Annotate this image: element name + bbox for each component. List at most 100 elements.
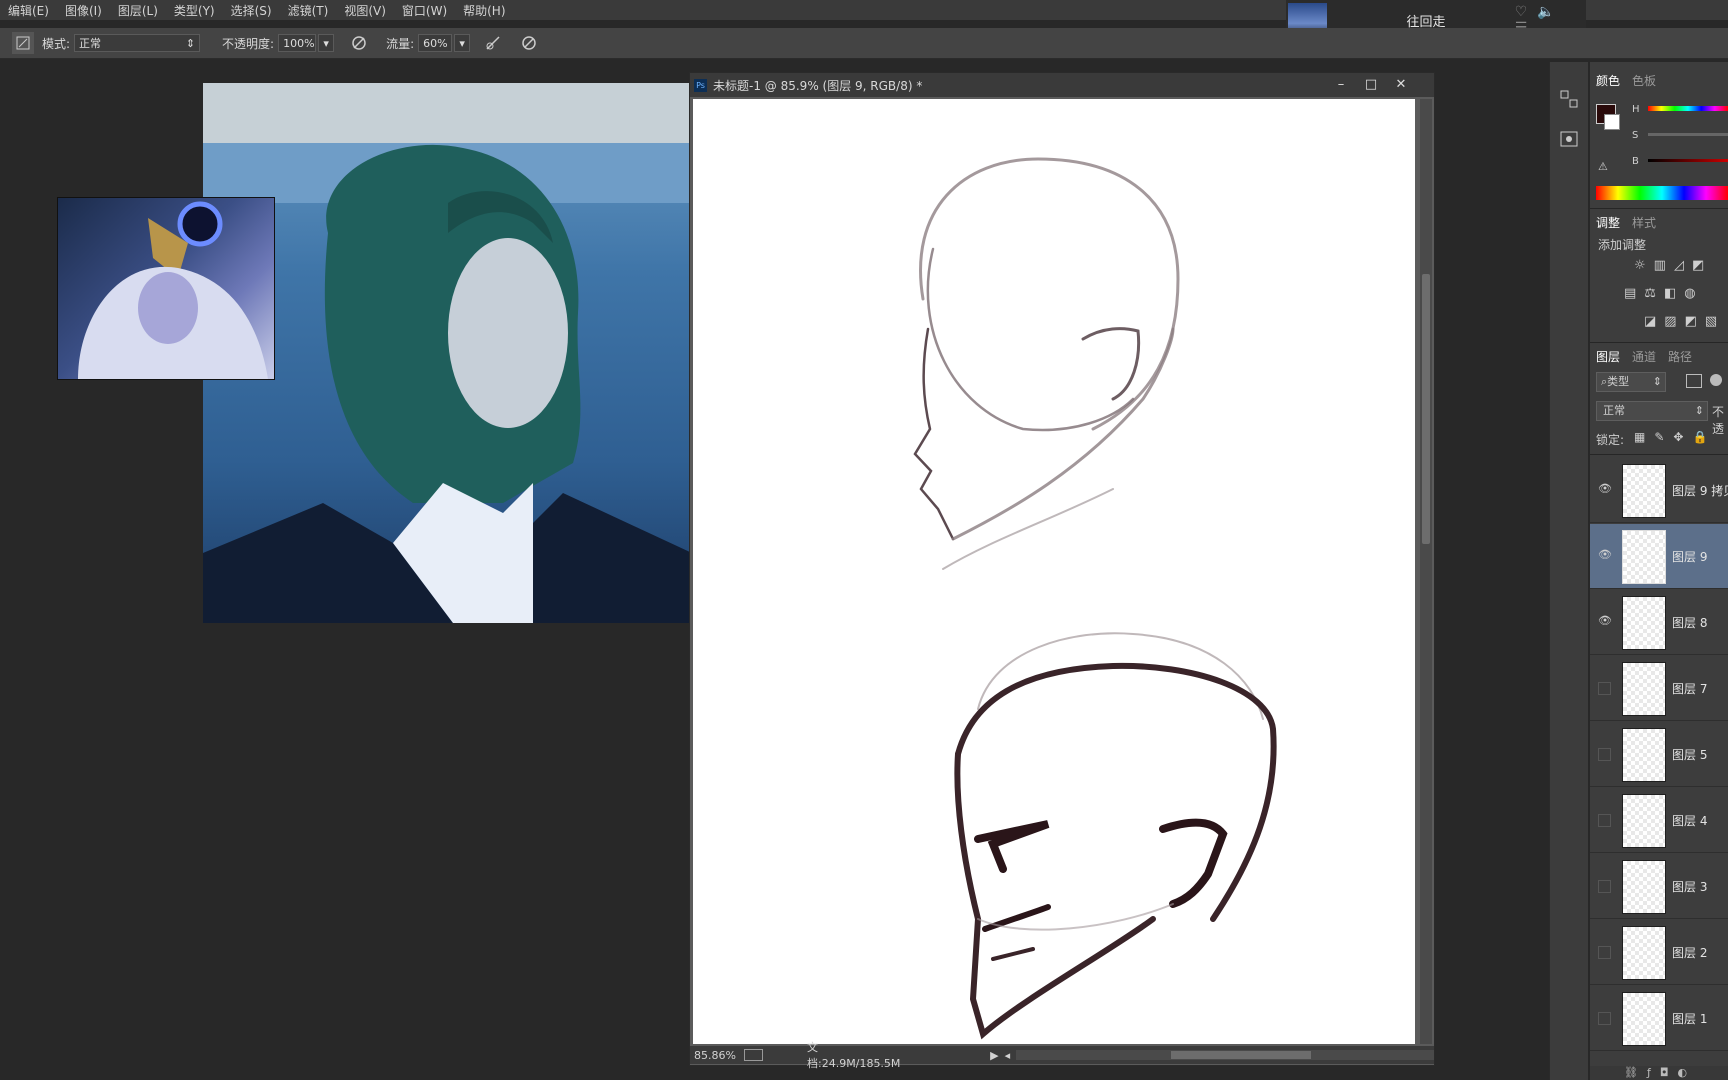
layer-filter-select[interactable]: ⌕类型 ⇕	[1596, 372, 1666, 392]
tool-options-bar: 模式: 正常 ⇕ 不透明度: 100% ▾ 流量: 60% ▾	[0, 28, 1728, 59]
filter-adjustment-icon[interactable]	[1710, 374, 1722, 386]
blend-mode-value: 正常	[1603, 404, 1625, 417]
mode-select[interactable]: 正常 ⇕	[74, 34, 201, 52]
opacity-dropdown-icon[interactable]: ▾	[318, 34, 335, 52]
invert-icon[interactable]: ◪	[1644, 314, 1664, 329]
menu-image[interactable]: 图像(I)	[57, 2, 110, 19]
hscroll-thumb[interactable]	[1171, 1051, 1312, 1059]
layer-row[interactable]: 图层 5	[1590, 722, 1728, 787]
visibility-toggle[interactable]	[1598, 682, 1611, 695]
pressure-size-icon[interactable]	[518, 32, 540, 54]
posterize-icon[interactable]: ▨	[1664, 314, 1684, 329]
document-title: 未标题-1 @ 85.9% (图层 9, RGB/8) *	[713, 78, 923, 93]
eye-icon[interactable]: 👁	[1598, 548, 1612, 562]
threshold-icon[interactable]: ◩	[1685, 314, 1705, 329]
scroll-thumb[interactable]	[1422, 274, 1430, 544]
flow-dropdown-icon[interactable]: ▾	[454, 34, 471, 52]
tab-swatches[interactable]: 色板	[1632, 72, 1656, 89]
hscroll-left-icon[interactable]: ◂	[1005, 1049, 1011, 1062]
filter-pixel-icon[interactable]	[1686, 374, 1702, 388]
volume-icon[interactable]: 🔈	[1537, 4, 1564, 20]
brightness-slider[interactable]	[1648, 159, 1728, 162]
visibility-toggle[interactable]	[1598, 814, 1611, 827]
menu-window[interactable]: 窗口(W)	[394, 2, 455, 19]
menu-help[interactable]: 帮助(H)	[455, 2, 513, 19]
close-icon[interactable]: ✕	[1390, 77, 1412, 93]
menu-edit[interactable]: 编辑(E)	[0, 2, 57, 19]
drawing-canvas[interactable]	[693, 99, 1415, 1044]
layer-thumbnail	[1622, 596, 1666, 650]
vertical-scrollbar[interactable]	[1420, 99, 1432, 1044]
zoom-level[interactable]: 85.86%	[694, 1049, 736, 1062]
background-color-swatch[interactable]	[1604, 114, 1620, 130]
exposure-icon[interactable]: ◩	[1692, 258, 1712, 273]
gradient-map-icon[interactable]: ▧	[1705, 314, 1725, 329]
layer-thumbnail	[1622, 860, 1666, 914]
levels-icon[interactable]: ▥	[1654, 258, 1674, 273]
adjustment-icons-row1: ☼▥◿◩	[1634, 258, 1728, 274]
document-titlebar[interactable]: Ps 未标题-1 @ 85.9% (图层 9, RGB/8) * – □ ✕	[690, 73, 1434, 97]
menu-type[interactable]: 类型(Y)	[166, 2, 223, 19]
mask-icon[interactable]: ◘	[1660, 1066, 1678, 1079]
properties-panel-icon[interactable]	[1558, 128, 1580, 150]
heart-icon[interactable]: ♡	[1515, 4, 1538, 20]
layer-row[interactable]: 👁 图层 8	[1590, 590, 1728, 655]
tab-channels[interactable]: 通道	[1632, 348, 1656, 365]
layer-row[interactable]: 图层 7	[1590, 656, 1728, 721]
lock-label: 锁定:	[1596, 433, 1625, 447]
vibrance-icon[interactable]: ▤	[1624, 286, 1644, 301]
pressure-opacity-icon[interactable]	[348, 32, 370, 54]
airbrush-icon[interactable]	[482, 32, 504, 54]
visibility-toggle[interactable]	[1598, 880, 1611, 893]
menu-filter[interactable]: 滤镜(T)	[280, 2, 337, 19]
tab-styles[interactable]: 样式	[1632, 214, 1656, 231]
layer-row[interactable]: 图层 4	[1590, 788, 1728, 853]
doc-size: 文档:24.9M/185.5M	[807, 1041, 901, 1070]
maximize-icon[interactable]: □	[1360, 77, 1382, 93]
minimize-icon[interactable]: –	[1330, 77, 1352, 93]
lock-position-icon[interactable]: ✥	[1673, 430, 1692, 444]
black-white-icon[interactable]: ◧	[1664, 286, 1684, 301]
fx-icon[interactable]: ƒ	[1647, 1066, 1660, 1079]
layer-row-selected[interactable]: 👁 图层 9	[1590, 524, 1728, 589]
channel-mixer-icon[interactable]: ◍	[1684, 286, 1703, 301]
tab-paths[interactable]: 路径	[1668, 348, 1692, 365]
curves-icon[interactable]: ◿	[1674, 258, 1692, 273]
color-spectrum-bar[interactable]	[1596, 186, 1728, 200]
menu-select[interactable]: 选择(S)	[223, 2, 280, 19]
brightness-icon[interactable]: ☼	[1634, 258, 1654, 273]
layer-row[interactable]: 图层 3	[1590, 854, 1728, 919]
layer-row[interactable]: 👁 图层 9 拷贝	[1590, 458, 1728, 523]
visibility-toggle[interactable]	[1598, 1012, 1611, 1025]
lock-pixels-icon[interactable]: ✎	[1654, 430, 1673, 444]
horizontal-scrollbar[interactable]	[1016, 1050, 1434, 1060]
opacity-field[interactable]: 100%	[278, 34, 317, 52]
blend-mode-select[interactable]: 正常 ⇕	[1596, 401, 1708, 421]
saturation-slider[interactable]	[1648, 133, 1728, 136]
layer-row[interactable]: 图层 1	[1590, 986, 1728, 1051]
eye-icon[interactable]: 👁	[1598, 614, 1612, 628]
eye-icon[interactable]: 👁	[1598, 482, 1612, 496]
brush-preset-icon[interactable]	[12, 32, 34, 54]
updown-icon: ⇕	[1694, 404, 1704, 417]
hue-slider[interactable]	[1648, 106, 1728, 111]
adjustment-layer-icon[interactable]: ◐	[1678, 1066, 1697, 1079]
link-icon[interactable]: ⛓	[1624, 1066, 1647, 1079]
menu-layer[interactable]: 图层(L)	[110, 2, 166, 19]
lock-transparency-icon[interactable]: ▦	[1634, 430, 1654, 444]
updown-icon: ⇕	[185, 37, 196, 50]
tab-layers[interactable]: 图层	[1596, 348, 1620, 365]
status-arrow-icon[interactable]: ▶	[990, 1049, 998, 1062]
layer-row[interactable]: 图层 2	[1590, 920, 1728, 985]
flow-field[interactable]: 60%	[418, 34, 453, 52]
tab-color[interactable]: 颜色	[1596, 72, 1620, 89]
color-balance-icon[interactable]: ⚖	[1644, 286, 1664, 301]
tab-adjustments[interactable]: 调整	[1596, 214, 1620, 231]
visibility-toggle[interactable]	[1598, 748, 1611, 761]
history-panel-icon[interactable]	[1558, 88, 1580, 110]
visibility-toggle[interactable]	[1598, 946, 1611, 959]
mode-label: 模式:	[42, 36, 71, 51]
menu-view[interactable]: 视图(V)	[336, 2, 394, 19]
lock-all-icon[interactable]: 🔒	[1692, 430, 1716, 444]
layer-name: 图层 5	[1672, 748, 1708, 762]
